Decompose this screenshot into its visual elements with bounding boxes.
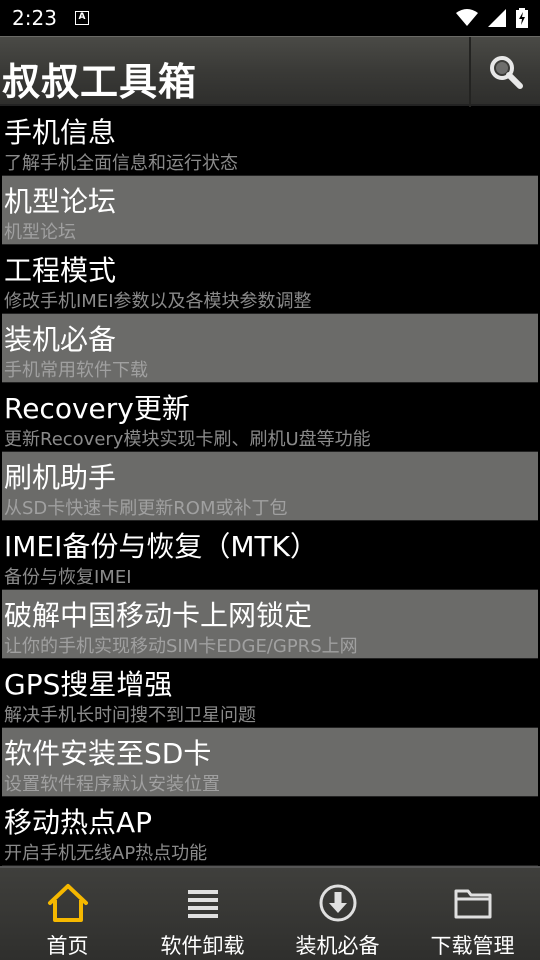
item-description: 备份与恢复IMEI <box>4 567 132 588</box>
item-description: 了解手机全面信息和运行状态 <box>4 153 238 174</box>
item-description: 机型论坛 <box>4 222 76 243</box>
item-title: GPS搜星增强 <box>4 668 173 701</box>
nav-item-uninstall[interactable]: 软件卸载 <box>135 868 270 960</box>
nav-label: 软件卸载 <box>160 934 245 958</box>
search-icon <box>489 56 523 89</box>
item-title: 刷机助手 <box>4 461 117 494</box>
list-item-recovery-update[interactable]: Recovery更新 更新Recovery模块实现卡刷、刷机U盘等功能 <box>2 383 538 452</box>
app-bar: 叔叔工具箱 <box>0 36 540 107</box>
app-title: 叔叔工具箱 <box>2 60 198 104</box>
list-item-model-forum[interactable]: 机型论坛 机型论坛 <box>2 176 538 245</box>
item-title: 手机信息 <box>4 116 117 149</box>
cell-signal-icon <box>488 9 506 27</box>
bottom-nav: 首页 软件卸载 装机必备 下载管理 <box>0 866 540 960</box>
search-button[interactable] <box>469 37 540 107</box>
item-title: 软件安装至SD卡 <box>4 737 212 770</box>
item-title: IMEI备份与恢复（MTK） <box>4 530 318 563</box>
item-description: 让你的手机实现移动SIM卡EDGE/GPRS上网 <box>4 636 358 657</box>
wifi-icon <box>456 9 478 26</box>
list-item-unlock-mobile-data[interactable]: 破解中国移动卡上网锁定 让你的手机实现移动SIM卡EDGE/GPRS上网 <box>2 590 538 659</box>
item-title: 移动热点AP <box>4 806 153 839</box>
nav-label: 装机必备 <box>295 934 380 958</box>
list-item-engineering-mode[interactable]: 工程模式 修改手机IMEI参数以及各模块参数调整 <box>2 245 538 314</box>
item-description: 解决手机长时间搜不到卫星问题 <box>4 705 256 726</box>
item-title: Recovery更新 <box>4 392 190 425</box>
list-item-install-to-sd[interactable]: 软件安装至SD卡 设置软件程序默认安装位置 <box>2 728 538 797</box>
nav-item-essential[interactable]: 装机必备 <box>270 868 405 960</box>
download-icon <box>317 882 359 924</box>
item-title: 机型论坛 <box>4 185 117 218</box>
item-description: 手机常用软件下载 <box>4 360 148 381</box>
list-item-flash-assistant[interactable]: 刷机助手 从SD卡快速卡刷更新ROM或补丁包 <box>2 452 538 521</box>
item-description: 修改手机IMEI参数以及各模块参数调整 <box>4 291 312 312</box>
status-icons <box>456 8 528 28</box>
item-description: 从SD卡快速卡刷更新ROM或补丁包 <box>4 498 288 519</box>
item-title: 工程模式 <box>4 254 117 287</box>
item-description: 开启手机无线AP热点功能 <box>4 843 208 864</box>
nav-label: 首页 <box>46 934 89 958</box>
nav-label: 下载管理 <box>430 934 515 958</box>
list-item-gps-boost[interactable]: GPS搜星增强 解决手机长时间搜不到卫星问题 <box>2 659 538 728</box>
item-title: 装机必备 <box>4 323 117 356</box>
status-time: 2:23 <box>12 6 57 30</box>
folder-icon <box>452 882 494 924</box>
tool-list: 手机信息 了解手机全面信息和运行状态 机型论坛 机型论坛 工程模式 修改手机IM… <box>0 107 540 866</box>
item-description: 设置软件程序默认安装位置 <box>4 774 220 795</box>
nav-item-download-manager[interactable]: 下载管理 <box>405 868 540 960</box>
nav-item-home[interactable]: 首页 <box>0 868 135 960</box>
item-description: 更新Recovery模块实现卡刷、刷机U盘等功能 <box>4 429 371 450</box>
list-icon <box>182 882 224 924</box>
list-item-mobile-hotspot[interactable]: 移动热点AP 开启手机无线AP热点功能 <box>2 797 538 866</box>
list-item-phone-info[interactable]: 手机信息 了解手机全面信息和运行状态 <box>2 107 538 176</box>
list-item-imei-backup[interactable]: IMEI备份与恢复（MTK） 备份与恢复IMEI <box>2 521 538 590</box>
list-item-essential-apps[interactable]: 装机必备 手机常用软件下载 <box>2 314 538 383</box>
notification-icon: A <box>74 11 89 25</box>
home-icon <box>47 882 89 924</box>
status-bar: 2:23 A <box>0 0 540 36</box>
item-title: 破解中国移动卡上网锁定 <box>4 599 313 632</box>
battery-icon <box>516 8 528 28</box>
